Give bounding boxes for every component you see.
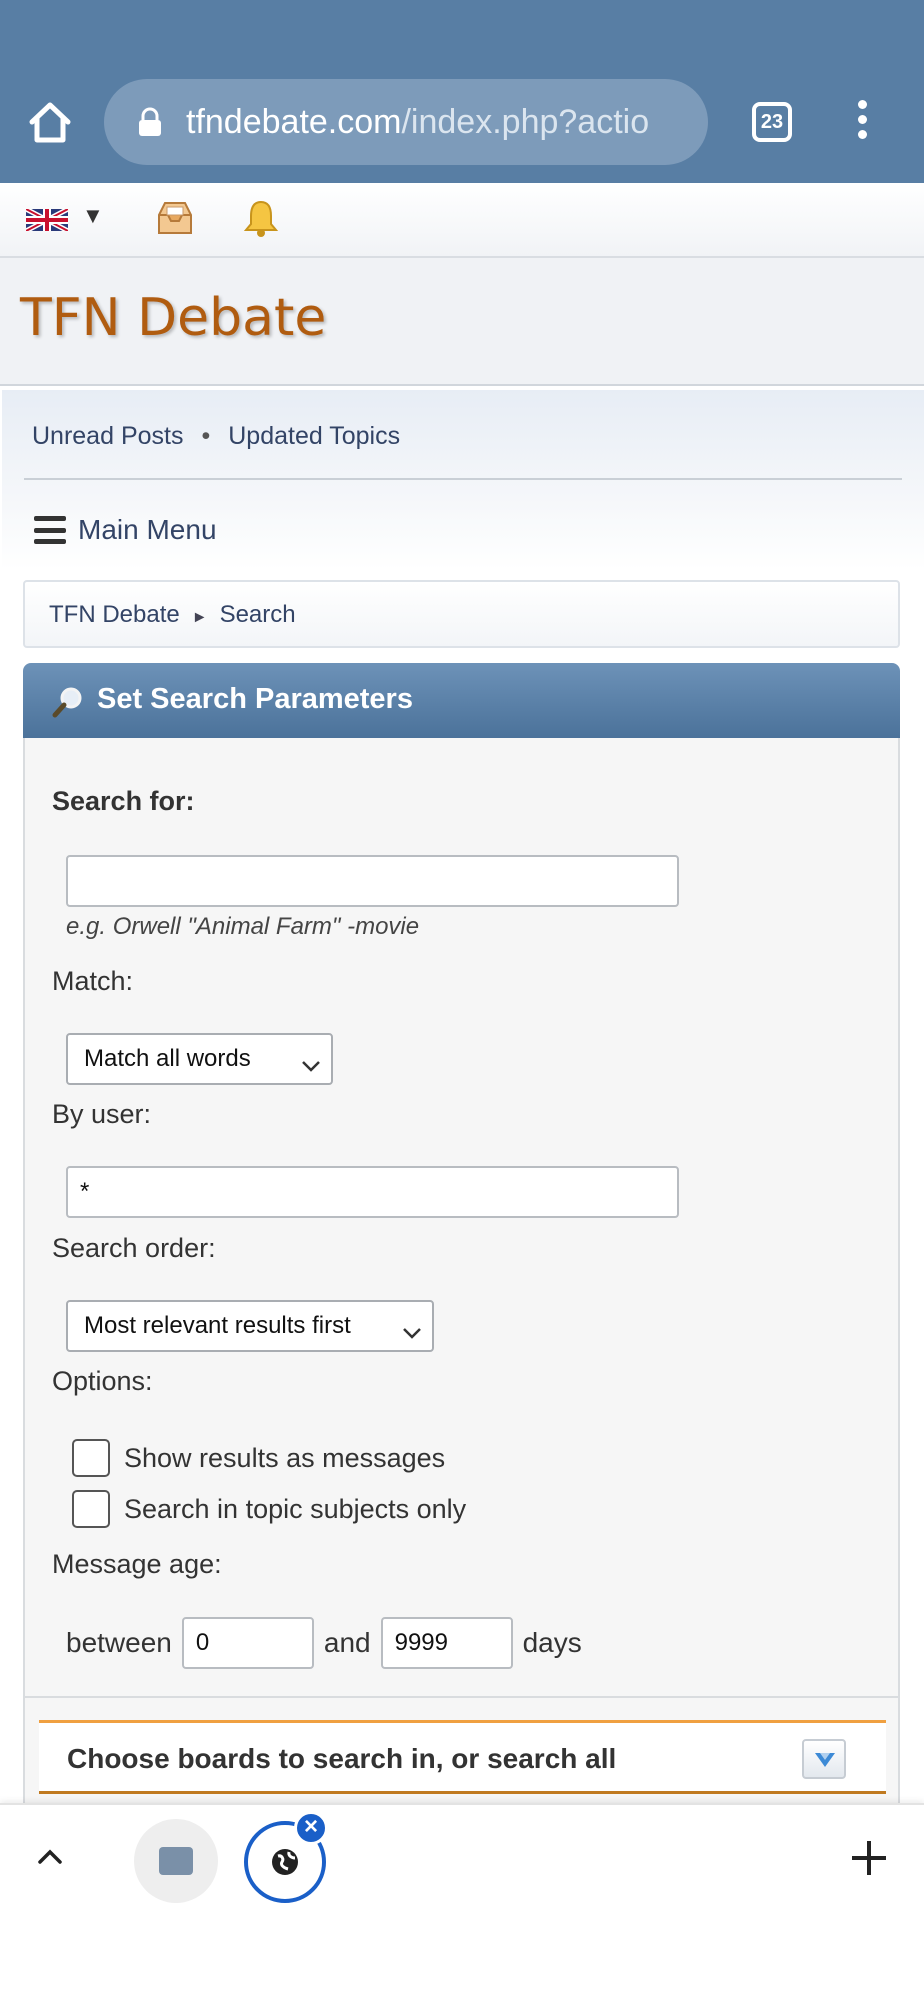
chevron-up-icon[interactable] [34,1841,66,1873]
breadcrumb-separator: ► [191,609,208,626]
message-age-row: between 0 and 9999 days [66,1617,582,1669]
magnifier-icon [51,685,85,719]
language-dropdown-caret[interactable]: ▼ [82,203,104,229]
search-order-select[interactable]: Most relevant results first [66,1300,434,1352]
search-for-input[interactable] [66,855,679,907]
site-title[interactable]: TFN Debate [20,288,326,348]
browser-toolbar: tfndebate.com/index.php?actio 23 [0,0,924,183]
subjects-only-checkbox[interactable] [72,1490,110,1528]
url-path: /index.php?actio [401,103,650,141]
boards-title: Choose boards to search in, or search al… [67,1743,617,1774]
link-separator: • [201,422,211,450]
main-menu-button[interactable]: Main Menu [34,510,217,550]
site-header: TFN Debate [0,258,924,386]
quick-links: Unread Posts • Updated Topics [32,422,400,451]
lock-icon [136,107,164,137]
page-bottom-space [0,1910,924,2000]
by-user-input[interactable]: * [66,1166,679,1218]
search-order-label: Search order: [52,1233,216,1263]
expand-arrow-icon [815,1753,835,1767]
bottom-tab-bar: × [0,1803,924,1910]
hamburger-icon [34,516,66,544]
tab-switcher-button[interactable]: 23 [752,102,792,142]
by-user-label: By user: [52,1099,152,1129]
age-between-text: between [66,1627,172,1658]
overflow-menu-icon[interactable] [852,100,872,144]
age-min-input[interactable]: 0 [181,1617,314,1669]
match-select-value: Match all words [84,1045,251,1072]
tab-thumbnail[interactable] [134,1819,218,1903]
search-hint: e.g. Orwell "Animal Farm" -movie [66,913,420,940]
unread-posts-link[interactable]: Unread Posts [32,422,183,450]
search-order-value: Most relevant results first [84,1312,351,1339]
chevron-down-icon [400,1314,424,1339]
updated-topics-link[interactable]: Updated Topics [228,422,400,450]
globe-icon [269,1846,301,1878]
close-tab-icon[interactable]: × [294,1811,328,1845]
nav-divider [24,478,902,480]
options-label: Options: [52,1366,153,1396]
age-and-text: and [323,1627,371,1658]
home-icon[interactable] [26,98,74,146]
boards-section: Choose boards to search in, or search al… [23,1698,900,1808]
message-age-label: Message age: [52,1549,222,1579]
age-max-input[interactable]: 9999 [380,1617,513,1669]
search-for-label: Search for: [52,786,195,816]
language-flag-icon[interactable] [24,206,70,234]
boards-header[interactable]: Choose boards to search in, or search al… [39,1720,886,1794]
url-text: tfndebate.com/index.php?actio [186,99,696,145]
age-days-text: days [522,1627,582,1658]
breadcrumb-current[interactable]: Search [220,601,296,628]
subjects-only-label[interactable]: Search in topic subjects only [124,1494,466,1525]
main-menu-label: Main Menu [78,514,217,545]
expand-boards-button[interactable] [802,1739,846,1779]
new-tab-plus-icon[interactable] [852,1841,886,1875]
match-label: Match: [52,966,134,996]
match-select[interactable]: Match all words [66,1033,333,1085]
panel-title: Set Search Parameters [97,683,413,715]
top-navigation: Unread Posts • Updated Topics Main Menu [2,390,924,570]
show-as-messages-checkbox[interactable] [72,1439,110,1477]
chevron-down-icon [299,1047,323,1072]
option-show-as-messages[interactable]: Show results as messages [72,1438,445,1478]
breadcrumb-home-link[interactable]: TFN Debate [49,601,180,628]
address-bar[interactable]: tfndebate.com/index.php?actio [104,79,708,165]
notifications-bell-icon[interactable] [243,198,279,238]
option-subjects-only[interactable]: Search in topic subjects only [72,1489,466,1529]
breadcrumb: TFN Debate ► Search [23,580,900,648]
search-panel-header: Set Search Parameters [23,663,900,738]
url-domain: tfndebate.com [186,103,402,141]
user-toolbar: ▼ [0,183,924,258]
inbox-icon[interactable] [155,199,195,237]
show-as-messages-label[interactable]: Show results as messages [124,1443,445,1474]
